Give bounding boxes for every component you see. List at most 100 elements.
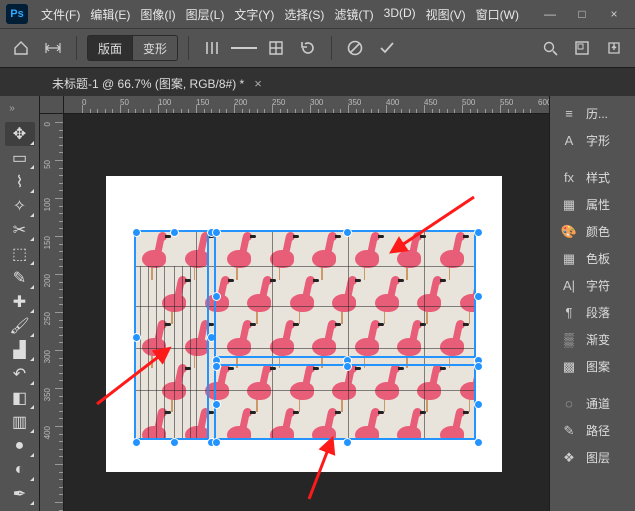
panel-tab[interactable]: ▦色板 — [550, 245, 635, 272]
menu-item[interactable]: 窗口(W) — [471, 6, 524, 23]
panel-label: 通道 — [586, 395, 610, 412]
transform-handle[interactable] — [170, 228, 179, 237]
panel-icon: ✎ — [560, 423, 578, 439]
panel-label: 字形 — [586, 132, 610, 149]
menu-item[interactable]: 选择(S) — [279, 6, 329, 23]
transform-handle[interactable] — [343, 362, 352, 371]
transform-handle[interactable] — [343, 228, 352, 237]
transform-handle[interactable] — [170, 438, 179, 447]
panel-label: 图层 — [586, 449, 610, 466]
transform-handle[interactable] — [212, 362, 221, 371]
transform-handle[interactable] — [212, 228, 221, 237]
menu-item[interactable]: 文字(Y) — [229, 6, 279, 23]
panel-tab[interactable]: ✎ 路径 — [550, 417, 635, 444]
share-icon[interactable] — [601, 35, 627, 61]
workspace-switcher-icon[interactable] — [569, 35, 595, 61]
crop-tool[interactable]: ✂ — [5, 218, 35, 242]
brush-tool[interactable]: 🖌 — [5, 314, 35, 338]
ruler-horizontal[interactable]: 050100150200250300350400450500550600 — [64, 96, 549, 114]
panel-label: 颜色 — [586, 223, 610, 240]
cancel-icon[interactable] — [342, 35, 368, 61]
panel-tab[interactable]: fx样式 — [550, 164, 635, 191]
app-logo: Ps — [6, 4, 28, 24]
panels-dock: ≡ 历... A 字形 fx样式▦属性🎨颜色▦色板A|字符¶段落▒渐变▩图案 ◌通道 ✎ 路径… — [549, 96, 635, 511]
rows-icon[interactable] — [231, 35, 257, 61]
transform-handle[interactable] — [474, 362, 483, 371]
blur-tool[interactable]: ● — [5, 434, 35, 458]
panel-tab[interactable]: ¶段落 — [550, 299, 635, 326]
menu-item[interactable]: 滤镜(T) — [329, 6, 378, 23]
panel-label: 色板 — [586, 250, 610, 267]
document-tab-close-icon[interactable]: × — [254, 77, 262, 90]
tab-warp[interactable]: 变形 — [132, 35, 178, 61]
lasso-tool[interactable]: ⌇ — [5, 170, 35, 194]
grid-icon[interactable] — [263, 35, 289, 61]
panel-tab[interactable]: ◌通道 — [550, 390, 635, 417]
transform-handle[interactable] — [132, 228, 141, 237]
healing-tool[interactable]: ✚ — [5, 290, 35, 314]
transform-handle[interactable] — [132, 333, 141, 342]
panel-tab[interactable]: ≡ 历... — [550, 100, 635, 127]
panel-tab[interactable]: ▦属性 — [550, 191, 635, 218]
panel-label: 图案 — [586, 358, 610, 375]
transform-handle[interactable] — [212, 292, 221, 301]
panel-tab[interactable]: A|字符 — [550, 272, 635, 299]
commit-icon[interactable] — [374, 35, 400, 61]
panel-label: 历... — [586, 105, 608, 122]
frame-tool[interactable]: ⬚ — [5, 242, 35, 266]
menu-item[interactable]: 图像(I) — [135, 6, 180, 23]
window-minimize-button[interactable]: — — [543, 7, 557, 21]
window-close-button[interactable]: × — [607, 7, 621, 21]
eraser-tool[interactable]: ◧ — [5, 386, 35, 410]
panel-tab[interactable]: A 字形 — [550, 127, 635, 154]
move-tool[interactable]: ✥ — [5, 122, 35, 146]
columns-icon[interactable] — [199, 35, 225, 61]
transform-controls-icon[interactable] — [40, 35, 66, 61]
home-icon[interactable] — [8, 35, 34, 61]
panel-tab[interactable]: ❖图层 — [550, 444, 635, 471]
document-tab-bar: 未标题-1 @ 66.7% (图案, RGB/8#) * × — [0, 68, 635, 96]
transform-handle[interactable] — [212, 400, 221, 409]
marquee-tool[interactable]: ▭ — [5, 146, 35, 170]
pen-tool[interactable]: ✒ — [5, 482, 35, 506]
history-brush-tool[interactable]: ↶ — [5, 362, 35, 386]
tab-layout[interactable]: 版面 — [87, 35, 132, 61]
transform-handle[interactable] — [474, 400, 483, 409]
panel-icon: ≡ — [560, 106, 578, 121]
gradient-tool[interactable]: ▥ — [5, 410, 35, 434]
panel-tab[interactable]: ▩图案 — [550, 353, 635, 380]
canvas-area: 050100150200250300350400450500550600 050… — [40, 96, 549, 511]
transform-handle[interactable] — [474, 292, 483, 301]
canvas-viewport[interactable] — [64, 114, 549, 511]
menu-item[interactable]: 3D(D) — [379, 6, 421, 23]
options-bar: 版面 变形 — [0, 28, 635, 68]
workspace: » ✥▭⌇✧✂⬚✎✚🖌▟↶◧▥●◐✒ 050100150200250300350… — [0, 96, 635, 511]
transform-handle[interactable] — [212, 438, 221, 447]
dodge-tool[interactable]: ◐ — [5, 458, 35, 482]
menu-item[interactable]: 编辑(E) — [85, 6, 135, 23]
window-maximize-button[interactable]: □ — [575, 7, 589, 21]
menu-item[interactable]: 视图(V) — [421, 6, 471, 23]
ruler-origin[interactable] — [40, 96, 64, 114]
panel-label: 字符 — [586, 277, 610, 294]
stamp-tool[interactable]: ▟ — [5, 338, 35, 362]
document-tab[interactable]: 未标题-1 @ 66.7% (图案, RGB/8#) * × — [44, 70, 270, 96]
transform-box-bottom[interactable] — [214, 364, 476, 440]
panel-label: 路径 — [586, 422, 610, 439]
panel-icon: A — [560, 133, 578, 148]
ruler-vertical[interactable]: 050100150200250300350400 — [40, 114, 64, 511]
toolbox-expand-icon[interactable]: » — [6, 100, 18, 116]
toolbox: » ✥▭⌇✧✂⬚✎✚🖌▟↶◧▥●◐✒ — [0, 96, 40, 511]
panel-tab[interactable]: 🎨颜色 — [550, 218, 635, 245]
reset-icon[interactable] — [295, 35, 321, 61]
panel-tab[interactable]: ▒渐变 — [550, 326, 635, 353]
magic-wand-tool[interactable]: ✧ — [5, 194, 35, 218]
transform-handle[interactable] — [132, 438, 141, 447]
document-tab-title: 未标题-1 @ 66.7% (图案, RGB/8#) * — [52, 75, 244, 92]
transform-handle[interactable] — [474, 438, 483, 447]
eyedropper-tool[interactable]: ✎ — [5, 266, 35, 290]
menu-item[interactable]: 图层(L) — [181, 6, 230, 23]
menu-item[interactable]: 文件(F) — [36, 6, 85, 23]
search-icon[interactable] — [537, 35, 563, 61]
panel-icon: ▒ — [560, 332, 578, 347]
